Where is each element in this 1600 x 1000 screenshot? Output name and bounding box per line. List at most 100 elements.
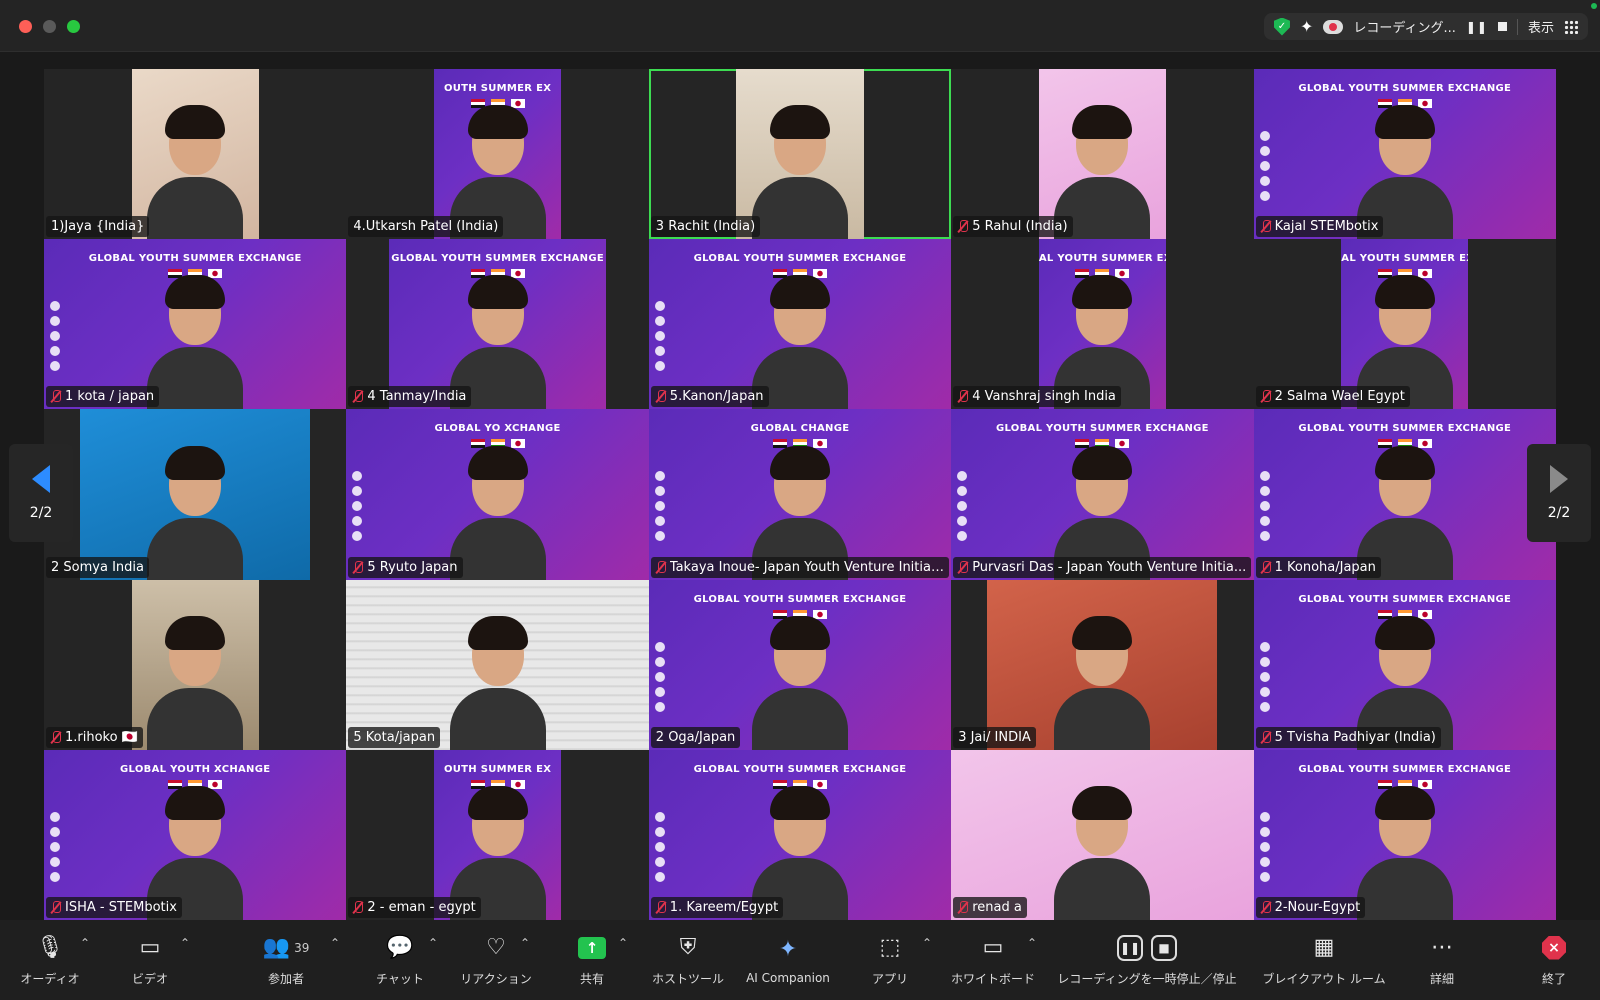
recording-control-button[interactable]: ❚❚ ■ レコーディングを一時停止／停止 [1052, 920, 1242, 1000]
participant-video-tile[interactable]: GLOBAL YOUTH SUMMER EXCHANGE Kajal STEMbo… [1253, 69, 1556, 240]
previous-page-button[interactable]: 2/2 [9, 444, 73, 542]
pause-icon[interactable]: ❚❚ [1117, 934, 1143, 961]
more-button[interactable]: ⋯ 詳細 [1412, 920, 1472, 1000]
video-feed: GLOBAL YOUTH SUMMER EXCHANGE [388, 239, 607, 410]
participant-video-tile[interactable]: 2 Somya India [44, 409, 347, 580]
apps-button[interactable]: ⬚ アプリ [858, 920, 922, 1000]
status-dot [1591, 3, 1597, 9]
recording-status-label[interactable]: レコーディング... [1353, 17, 1456, 36]
participant-video-tile[interactable]: GLOBAL YO XCHANGE 5 Ryuto Japan [346, 409, 649, 580]
next-page-button[interactable]: 2/2 [1527, 444, 1591, 542]
microphone-muted-icon [353, 900, 364, 914]
arrow-right-icon [1550, 465, 1568, 493]
participant-video-tile[interactable]: GLOBAL CHANGE Takaya Inoue- Japan Youth V… [648, 409, 952, 580]
participant-video-tile[interactable]: GLOBAL YOUTH XCHANGE ISHA - STEMbotix [44, 749, 347, 920]
participants-button[interactable]: 👥 39 参加者 [250, 920, 322, 1000]
shield-icon[interactable]: ✓ [1273, 17, 1290, 36]
logo-icon [957, 531, 968, 542]
participant-name-label: ISHA - STEMbotix [46, 896, 182, 918]
participant-video-tile[interactable]: GLOBAL YOUTH SUMMER EXCHANGE 1 kota / jap… [44, 239, 347, 410]
participant-name-label: 1)Jaya {India} [46, 216, 150, 238]
participant-video-tile[interactable]: 5 Kota/japan [346, 579, 649, 750]
microphone-muted-icon [1261, 390, 1271, 403]
logo-icon [1259, 811, 1270, 822]
participant-name-label: 1 Konoha/Japan [1255, 556, 1381, 578]
participant-video-tile[interactable]: GLOBAL YOUTH SUMMER EXCHANGE 2-Nour-Egypt [1253, 749, 1556, 920]
virtual-background-banner: GLOBAL YOUTH XCHANGE [120, 763, 271, 775]
virtual-background-banner: GLOBAL YOUTH SUMMER EXCHANGE [1298, 763, 1512, 775]
grid-view-icon[interactable] [1564, 19, 1578, 34]
logo-icon [1259, 686, 1270, 697]
chat-options-chevron-icon[interactable]: ⌃ [428, 936, 438, 950]
microphone-muted-icon [958, 220, 969, 233]
chat-button[interactable]: 💬 チャット [364, 920, 436, 1000]
participant-video-tile[interactable]: GLOBAL YOUTH SUMMER EXCHANGE 2 Oga/Japan [648, 579, 952, 750]
video-button[interactable]: ▭ ビデオ [118, 920, 182, 1000]
participant-name-label: 2 - eman - egypt [348, 896, 481, 918]
video-feed: GLOBAL YO XCHANGE [346, 409, 649, 580]
logo-column [352, 471, 363, 542]
participant-name-label: 1 kota / japan [46, 386, 160, 408]
share-screen-button[interactable]: ↑ 共有 [562, 920, 622, 1000]
stop-recording-icon[interactable] [1497, 22, 1507, 31]
virtual-background-banner: OUTH SUMMER EX [443, 83, 552, 94]
participant-video-tile[interactable]: 5 Rahul (India) [951, 69, 1254, 240]
reactions-button[interactable]: ♡ リアクション [452, 920, 540, 1000]
video-options-chevron-icon[interactable]: ⌃ [180, 936, 190, 950]
window-titlebar: ✓ ✦ レコーディング... ❚❚ 表示 [0, 0, 1600, 52]
view-label[interactable]: 表示 [1528, 17, 1554, 36]
stop-icon[interactable]: ■ [1151, 934, 1177, 961]
reactions-options-chevron-icon[interactable]: ⌃ [520, 936, 530, 950]
breakout-rooms-button[interactable]: ▦ ブレイクアウト ルーム [1254, 920, 1394, 1000]
pause-recording-icon[interactable]: ❚❚ [1466, 20, 1488, 34]
divider [1516, 18, 1518, 35]
participant-video-tile[interactable]: 1.rihoko 🇯🇵 [44, 579, 347, 750]
participant-video-tile[interactable]: AL YOUTH SUMMER EXCH 2 Salma Wael Egypt [1253, 239, 1556, 410]
video-feed: GLOBAL YOUTH XCHANGE [44, 749, 347, 920]
logo-icon [1259, 656, 1270, 667]
participant-video-tile[interactable]: GLOBAL YOUTH SUMMER EXCHANGE 5.Kanon/Japa… [648, 239, 952, 410]
close-window-button[interactable] [19, 20, 32, 33]
end-meeting-button[interactable]: × 終了 [1524, 920, 1584, 1000]
participant-name: 5 Kota/japan [353, 729, 436, 745]
participant-video-tile[interactable]: GLOBAL YOUTH SUMMER EXCHANGE Purvasri Das… [951, 409, 1254, 580]
participants-options-chevron-icon[interactable]: ⌃ [330, 936, 340, 950]
ai-companion-button[interactable]: ✦ AI Companion [740, 920, 836, 1000]
participant-video-tile[interactable]: 3 Jai/ INDIA [951, 579, 1254, 750]
participant-video-tile[interactable]: 3 Rachit (India) [648, 69, 952, 240]
minimize-window-button[interactable] [43, 20, 56, 33]
participant-video-tile[interactable]: GLOBAL YOUTH SUMMER EXCHANGE 1 Konoha/Jap… [1253, 409, 1556, 580]
participant-name-label: Kajal STEMbotix [1255, 216, 1384, 238]
audio-options-chevron-icon[interactable]: ⌃ [80, 936, 90, 950]
apps-options-chevron-icon[interactable]: ⌃ [922, 936, 932, 950]
participant-video-tile[interactable]: renad a [951, 749, 1254, 920]
participant-video-tile[interactable]: OUTH SUMMER EX 2 - eman - egypt [346, 749, 649, 920]
participant-video-tile[interactable]: GLOBAL YOUTH SUMMER EXCHANGE 4 Tanmay/Ind… [346, 239, 649, 410]
host-tools-button[interactable]: ⛨ ホストツール [646, 920, 730, 1000]
participant-name: 2 Oga/Japan [655, 729, 736, 745]
virtual-background-banner: GLOBAL YOUTH SUMMER EXCHANGE [88, 253, 302, 265]
participant-video-tile[interactable]: AL YOUTH SUMMER EXCH 4 Vanshraj singh Ind… [951, 239, 1254, 410]
video-feed: GLOBAL YOUTH SUMMER EXCHANGE [1253, 69, 1556, 240]
audio-button[interactable]: 🎙 オーディオ [18, 920, 82, 1000]
whiteboard-options-chevron-icon[interactable]: ⌃ [1027, 936, 1037, 950]
share-options-chevron-icon[interactable]: ⌃ [618, 936, 628, 950]
sparkle-icon[interactable]: ✦ [1300, 17, 1313, 36]
video-feed [987, 579, 1218, 750]
whiteboard-button[interactable]: ▭ ホワイトボード [944, 920, 1042, 1000]
apps-label: アプリ [871, 971, 908, 986]
logo-icon [1259, 131, 1270, 141]
logo-icon [957, 486, 968, 497]
participant-name-label: renad a [953, 896, 1027, 918]
participant-name: 2 - eman - egypt [367, 899, 476, 915]
participant-video-tile[interactable]: GLOBAL YOUTH SUMMER EXCHANGE 5 Tvisha Pad… [1253, 579, 1556, 750]
participant-video-tile[interactable]: GLOBAL YOUTH SUMMER EXCHANGE 1. Kareem/Eg… [648, 749, 952, 920]
logo-icon [352, 471, 363, 482]
page-indicator: 2/2 [29, 505, 53, 521]
logo-icon [654, 656, 665, 667]
fullscreen-window-button[interactable] [67, 20, 80, 33]
participant-video-tile[interactable]: 1)Jaya {India} [44, 69, 347, 240]
participant-video-tile[interactable]: OUTH SUMMER EX 4.Utkarsh Patel (India) [346, 69, 649, 240]
microphone-muted-icon [1261, 730, 1271, 744]
logo-icon [50, 301, 60, 312]
